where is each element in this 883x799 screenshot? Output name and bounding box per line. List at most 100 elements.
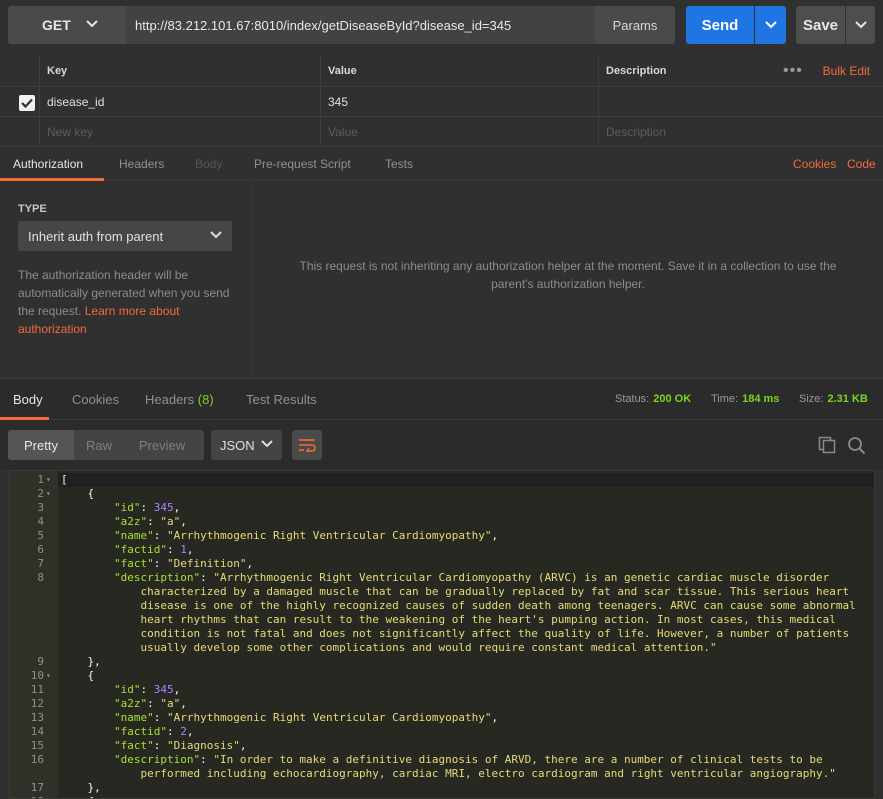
code-token: disease is one of the highly recognized …: [140, 599, 856, 612]
new-key-input[interactable]: New key: [39, 117, 320, 146]
line-number: 1: [37, 473, 44, 486]
code-token: "Arrhythmogenic Right Ventricular Cardio…: [167, 711, 492, 724]
code-text: {: [88, 669, 95, 683]
new-description-input[interactable]: Description: [598, 117, 883, 146]
code-line: 3 "id": 345,: [10, 501, 874, 515]
code-token: ,: [491, 711, 499, 724]
fold-arrow-icon[interactable]: ▾: [46, 473, 51, 487]
code-token: "fact": [114, 557, 154, 570]
wrap-lines-button[interactable]: [292, 430, 322, 460]
view-raw-button[interactable]: Raw: [74, 430, 124, 460]
code-token: :: [200, 753, 214, 766]
code-token: ,: [491, 529, 499, 542]
code-token: 1: [180, 543, 187, 556]
key-header: Key: [39, 56, 320, 86]
code-line: heart rhythms that can result to the wea…: [10, 613, 874, 627]
tab-authorization[interactable]: Authorization: [13, 147, 83, 180]
code-token: :: [153, 557, 167, 570]
auth-type-select[interactable]: Inherit auth from parent: [18, 221, 232, 251]
tab-headers[interactable]: Headers: [119, 147, 164, 180]
code-token: "Diagnosis": [167, 739, 240, 752]
fold-arrow-icon[interactable]: ▾: [46, 669, 51, 683]
line-number: 7: [37, 557, 44, 570]
response-body-editor[interactable]: 1 ▾[2 ▾{3 "id": 345, 4 "a2z": "a", 5 "name": "A…: [9, 470, 875, 799]
line-number: 13: [30, 711, 44, 724]
code-line: 16 "description": "In order to make a def…: [10, 753, 874, 767]
response-tabs: Body Cookies Headers (8) Test Results St…: [0, 378, 883, 420]
code-token: "name": [114, 711, 154, 724]
params-button[interactable]: Params: [595, 6, 675, 44]
code-text: "description": "In order to make a defin…: [114, 753, 823, 767]
headers-count-badge: (8): [197, 391, 214, 407]
tab-test-results[interactable]: Test Results: [246, 379, 317, 419]
code-token: :: [166, 725, 181, 738]
param-value[interactable]: 345: [320, 87, 598, 116]
method-select[interactable]: GET: [8, 6, 126, 44]
code-token: "id": [114, 501, 141, 514]
more-options-icon[interactable]: •••: [783, 56, 803, 86]
code-text: "fact": "Diagnosis",: [114, 739, 246, 753]
search-icon[interactable]: [847, 436, 866, 455]
code-token: "Arrhythmogenic Right Ventricular Cardio…: [213, 571, 830, 584]
view-preview-button[interactable]: Preview: [130, 430, 194, 460]
code-line: 12 "a2z": "a",: [10, 697, 874, 711]
view-pretty-button[interactable]: Pretty: [8, 430, 74, 460]
save-options-button[interactable]: [846, 6, 875, 44]
send-button[interactable]: Send: [686, 6, 754, 44]
code-text: disease is one of the highly recognized …: [141, 599, 856, 613]
code-text: characterized by a damaged muscle that c…: [141, 585, 850, 599]
new-param-row: New key Value Description: [0, 117, 883, 147]
view-mode-group: Pretty Raw Preview: [8, 430, 204, 460]
code-token: :: [153, 739, 167, 752]
code-token: "Arrhythmogenic Right Ventricular Cardio…: [167, 529, 492, 542]
chevron-down-icon: [261, 440, 273, 448]
code-token: :: [140, 501, 154, 514]
code-token: ,: [246, 557, 254, 570]
line-number: 17: [30, 781, 44, 794]
tab-body[interactable]: Body: [195, 147, 222, 180]
code-text: "id": 345,: [114, 683, 180, 697]
code-token: characterized by a damaged muscle that c…: [140, 585, 850, 598]
copy-icon[interactable]: [818, 436, 836, 454]
code-link[interactable]: Code: [847, 147, 876, 180]
send-options-button[interactable]: [755, 6, 786, 44]
param-row: disease_id 345: [0, 87, 883, 117]
code-token: "a2z": [114, 697, 148, 710]
code-token: {: [87, 669, 95, 682]
code-text: },: [88, 781, 101, 795]
code-token: },: [87, 781, 101, 794]
tab-response-body[interactable]: Body: [13, 379, 43, 419]
tab-response-cookies[interactable]: Cookies: [72, 379, 119, 419]
code-token: ,: [180, 515, 187, 528]
code-text: {: [88, 487, 95, 501]
status-value: 200 OK: [653, 393, 692, 405]
size-value: 2.31 KB: [827, 393, 868, 405]
save-button[interactable]: Save: [796, 6, 845, 44]
params-table: Key Value Description ••• Bulk Edit dise…: [0, 56, 883, 147]
fold-arrow-icon[interactable]: ▾: [46, 487, 51, 501]
cookies-link[interactable]: Cookies: [793, 147, 836, 180]
format-select[interactable]: JSON: [211, 430, 282, 460]
param-key[interactable]: disease_id: [39, 87, 320, 116]
code-token: ,: [173, 501, 181, 514]
bulk-edit-link[interactable]: Bulk Edit: [823, 56, 870, 86]
params-header-row: Key Value Description ••• Bulk Edit: [0, 56, 883, 87]
tab-pre-request-script[interactable]: Pre-request Script: [254, 147, 351, 180]
param-enabled-checkbox[interactable]: [19, 95, 35, 111]
request-tabs: Authorization Headers Body Pre-request S…: [0, 147, 883, 180]
code-token: },: [87, 655, 101, 668]
time-readout: Time: 184 ms: [711, 379, 779, 419]
code-token: performed including echocardiography, ca…: [140, 767, 836, 780]
code-line: 18▾ {: [10, 795, 874, 798]
url-input[interactable]: http://83.212.101.67:8010/index/getDisea…: [126, 6, 595, 44]
tab-tests[interactable]: Tests: [385, 147, 413, 180]
line-number: 10: [30, 669, 44, 682]
line-number: 6: [37, 543, 44, 556]
code-token: ,: [173, 683, 181, 696]
tab-response-headers[interactable]: Headers (8): [145, 379, 214, 419]
time-label: Time:: [711, 393, 739, 405]
param-description[interactable]: [598, 87, 883, 116]
fold-arrow-icon[interactable]: ▾: [46, 795, 51, 798]
new-value-input[interactable]: Value: [320, 117, 598, 146]
code-token: "a": [160, 515, 181, 528]
